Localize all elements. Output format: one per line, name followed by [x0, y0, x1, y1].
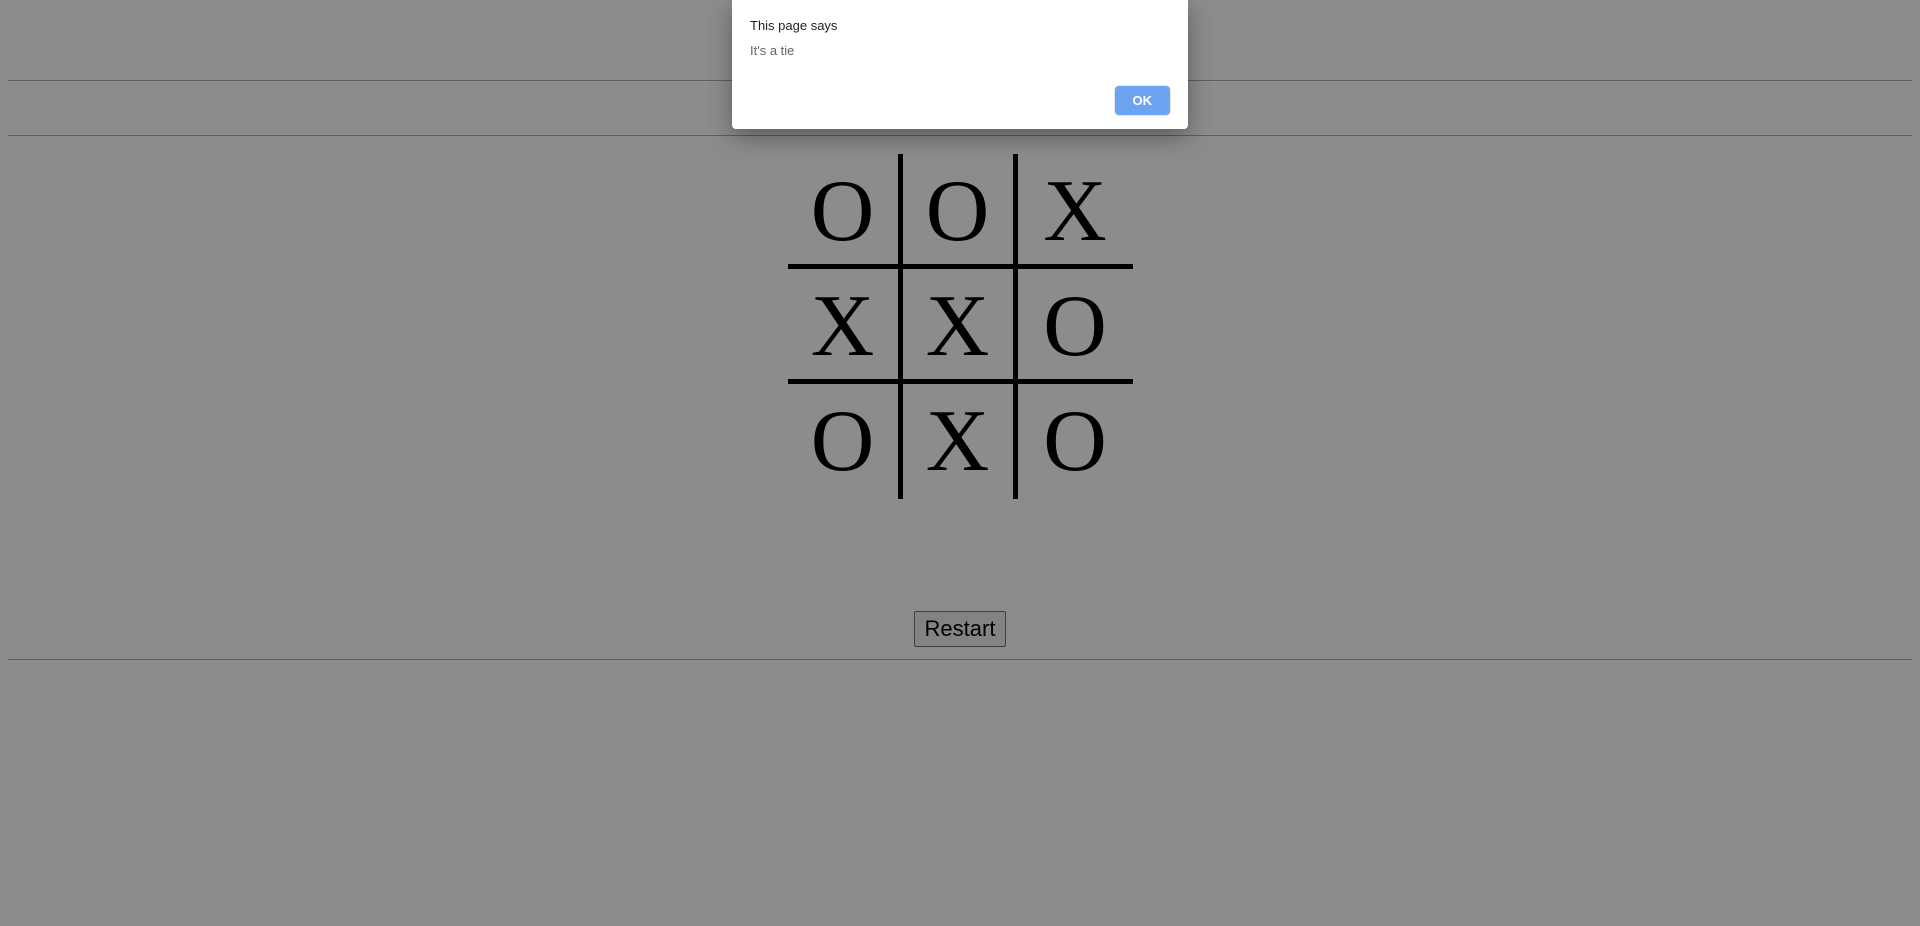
alert-title: This page says [750, 18, 1170, 33]
alert-actions: OK [750, 86, 1170, 115]
alert-message: It's a tie [750, 43, 1170, 58]
alert-dialog: This page says It's a tie OK [732, 0, 1188, 129]
modal-overlay [0, 0, 1920, 926]
ok-button[interactable]: OK [1115, 86, 1171, 115]
